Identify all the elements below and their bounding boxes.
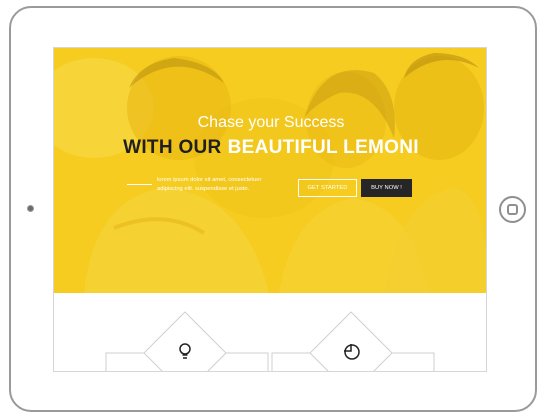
hero-subtitle: Chase your Success [197,114,345,131]
camera-dot [27,205,34,212]
get-started-button[interactable]: GET STARTED [298,179,357,197]
headline-dark-part: WITH OUR [123,137,222,158]
home-square-icon [507,204,518,215]
hero-headline: WITH OUR BEAUTIFUL LEMONI [54,137,486,159]
hero-content: Chase your Success WITH OUR BEAUTIFUL LEM… [54,48,486,293]
feature-box-1 [105,311,269,371]
buy-now-button[interactable]: BUY NOW ! [361,179,412,197]
screen: Chase your Success WITH OUR BEAUTIFUL LEM… [53,47,487,372]
home-button[interactable] [499,196,526,223]
features-section [105,311,435,371]
hero-section: Chase your Success WITH OUR BEAUTIFUL LEM… [54,48,486,293]
feature-box-2 [271,311,435,371]
decorative-line [127,184,152,185]
hero-description: lorem ipsum dolor sit amet, consectetuer… [157,177,262,192]
headline-light-part: BEAUTIFUL LEMONI [227,137,419,158]
